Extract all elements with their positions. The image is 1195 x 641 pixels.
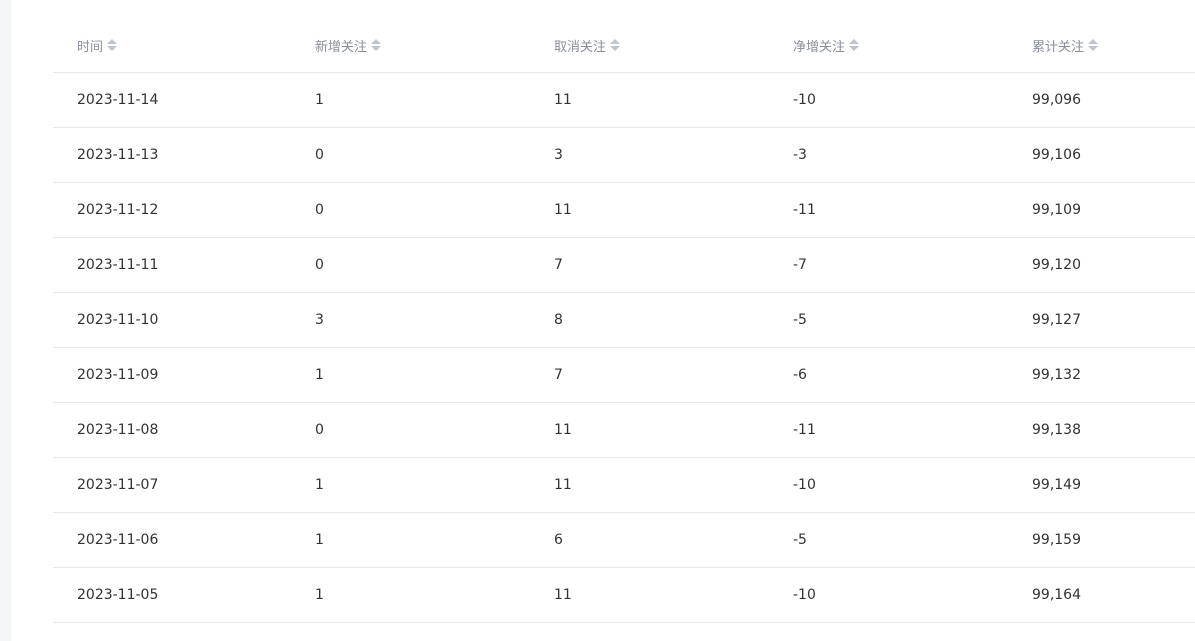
column-header-total-follows[interactable]: 累计关注 (1008, 18, 1195, 73)
cell-unfollows: 7 (530, 237, 769, 293)
cell-unfollows: 11 (530, 402, 769, 458)
sort-icon[interactable] (1088, 38, 1099, 52)
table-row: 2023-11-06 1 6 -5 99,159 (53, 512, 1195, 568)
cell-unfollows: 11 (530, 182, 769, 238)
table-body: 2023-11-14 1 11 -10 99,096 2023-11-13 0 3 -3 99,1… (53, 72, 1195, 623)
table-row: 2023-11-10 3 8 -5 99,127 (53, 292, 1195, 348)
followers-stats-table: 时间 新增关注 取消关注 净增关注 累计关注 2023-11-14 1 11 -… (53, 18, 1195, 623)
table-row: 2023-11-14 1 11 -10 99,096 (53, 72, 1195, 128)
table-header: 时间 新增关注 取消关注 净增关注 累计关注 (53, 18, 1195, 73)
cell-date: 2023-11-08 (53, 402, 291, 458)
sort-icon[interactable] (849, 38, 860, 52)
cell-unfollows: 11 (530, 567, 769, 623)
cell-total-follows: 99,159 (1008, 512, 1195, 568)
cell-total-follows: 99,106 (1008, 127, 1195, 183)
column-header-label: 新增关注 (315, 39, 368, 55)
cell-date: 2023-11-06 (53, 512, 291, 568)
table-row: 2023-11-12 0 11 -11 99,109 (53, 182, 1195, 238)
cell-new-follows: 1 (291, 72, 530, 128)
cell-net-follows: -7 (769, 237, 1008, 293)
cell-new-follows: 1 (291, 457, 530, 513)
cell-total-follows: 99,149 (1008, 457, 1195, 513)
sort-icon[interactable] (371, 38, 382, 52)
cell-date: 2023-11-13 (53, 127, 291, 183)
cell-date: 2023-11-11 (53, 237, 291, 293)
cell-new-follows: 0 (291, 237, 530, 293)
sort-icon[interactable] (610, 38, 621, 52)
column-header-label: 累计关注 (1032, 39, 1085, 55)
column-header-net-follows[interactable]: 净增关注 (769, 18, 1008, 73)
cell-date: 2023-11-05 (53, 567, 291, 623)
table-row: 2023-11-08 0 11 -11 99,138 (53, 402, 1195, 458)
cell-net-follows: -10 (769, 72, 1008, 128)
cell-new-follows: 1 (291, 512, 530, 568)
table-row: 2023-11-13 0 3 -3 99,106 (53, 127, 1195, 183)
column-header-unfollows[interactable]: 取消关注 (530, 18, 769, 73)
cell-net-follows: -10 (769, 567, 1008, 623)
cell-new-follows: 1 (291, 567, 530, 623)
cell-total-follows: 99,164 (1008, 567, 1195, 623)
cell-total-follows: 99,096 (1008, 72, 1195, 128)
cell-unfollows: 6 (530, 512, 769, 568)
cell-total-follows: 99,127 (1008, 292, 1195, 348)
sidebar-edge (0, 0, 11, 641)
cell-unfollows: 8 (530, 292, 769, 348)
cell-unfollows: 3 (530, 127, 769, 183)
table-row: 2023-11-07 1 11 -10 99,149 (53, 457, 1195, 513)
cell-net-follows: -5 (769, 292, 1008, 348)
column-header-label: 时间 (77, 39, 104, 55)
page: 时间 新增关注 取消关注 净增关注 累计关注 2023-11-14 1 11 -… (0, 0, 1195, 641)
cell-new-follows: 3 (291, 292, 530, 348)
cell-date: 2023-11-07 (53, 457, 291, 513)
cell-net-follows: -11 (769, 402, 1008, 458)
table-row: 2023-11-11 0 7 -7 99,120 (53, 237, 1195, 293)
cell-date: 2023-11-14 (53, 72, 291, 128)
cell-net-follows: -5 (769, 512, 1008, 568)
cell-new-follows: 1 (291, 347, 530, 403)
cell-total-follows: 99,138 (1008, 402, 1195, 458)
column-header-label: 取消关注 (554, 39, 607, 55)
cell-total-follows: 99,120 (1008, 237, 1195, 293)
sort-icon[interactable] (107, 38, 118, 52)
cell-total-follows: 99,109 (1008, 182, 1195, 238)
cell-net-follows: -3 (769, 127, 1008, 183)
followers-table-container: 时间 新增关注 取消关注 净增关注 累计关注 2023-11-14 1 11 -… (53, 18, 1195, 623)
cell-new-follows: 0 (291, 402, 530, 458)
cell-unfollows: 11 (530, 72, 769, 128)
cell-unfollows: 7 (530, 347, 769, 403)
cell-date: 2023-11-09 (53, 347, 291, 403)
cell-date: 2023-11-10 (53, 292, 291, 348)
table-row: 2023-11-09 1 7 -6 99,132 (53, 347, 1195, 403)
header-row: 时间 新增关注 取消关注 净增关注 累计关注 (53, 18, 1195, 73)
cell-new-follows: 0 (291, 182, 530, 238)
cell-total-follows: 99,132 (1008, 347, 1195, 403)
table-row: 2023-11-05 1 11 -10 99,164 (53, 567, 1195, 623)
column-header-date[interactable]: 时间 (53, 18, 291, 73)
cell-net-follows: -11 (769, 182, 1008, 238)
cell-net-follows: -6 (769, 347, 1008, 403)
column-header-new-follows[interactable]: 新增关注 (291, 18, 530, 73)
cell-date: 2023-11-12 (53, 182, 291, 238)
cell-net-follows: -10 (769, 457, 1008, 513)
cell-new-follows: 0 (291, 127, 530, 183)
cell-unfollows: 11 (530, 457, 769, 513)
column-header-label: 净增关注 (793, 39, 846, 55)
